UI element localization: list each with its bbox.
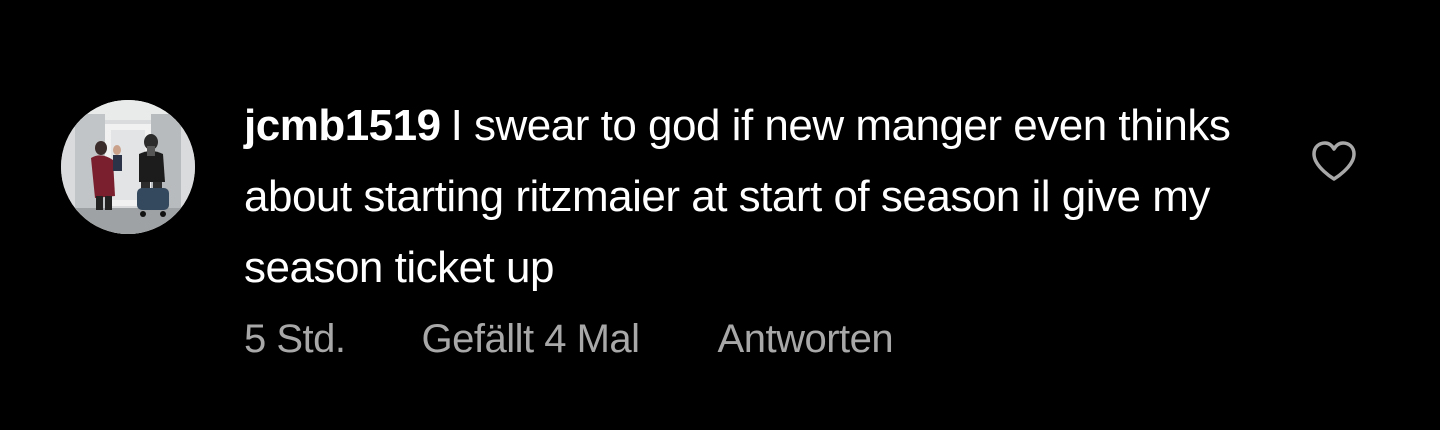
- comment-like-count[interactable]: Gefällt 4 Mal: [422, 317, 641, 362]
- avatar[interactable]: [61, 100, 195, 234]
- comment-username[interactable]: jcmb1519: [244, 101, 441, 150]
- comment-item: jcmb1519 I swear to god if new manger eve…: [0, 0, 1440, 430]
- reply-button[interactable]: Antworten: [718, 317, 894, 362]
- comment-text-block: jcmb1519 I swear to god if new manger eve…: [244, 90, 1284, 303]
- profile-photo: [61, 100, 195, 234]
- comment-meta: 5 Std. Gefällt 4 Mal Antworten: [244, 314, 894, 364]
- comment-body: jcmb1519 I swear to god if new manger eve…: [244, 90, 1284, 303]
- comment-timestamp: 5 Std.: [244, 316, 346, 361]
- like-button[interactable]: [1308, 136, 1360, 188]
- heart-outline-icon: [1312, 141, 1356, 181]
